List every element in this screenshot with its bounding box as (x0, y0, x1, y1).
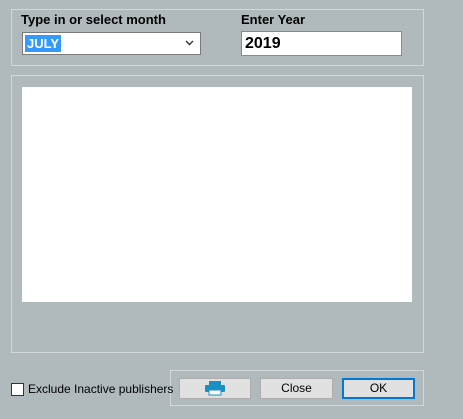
publisher-list[interactable] (22, 87, 412, 302)
printer-icon (204, 381, 226, 399)
month-label: Type in or select month (21, 12, 166, 27)
print-button[interactable] (179, 378, 251, 399)
ok-button[interactable]: OK (342, 378, 415, 399)
exclude-inactive-label[interactable]: Exclude Inactive publishers (28, 382, 173, 396)
close-button[interactable]: Close (260, 378, 333, 399)
year-label: Enter Year (241, 12, 306, 27)
exclude-inactive-checkbox[interactable] (11, 383, 24, 396)
chevron-down-icon[interactable] (185, 37, 194, 52)
month-selected-value: JULY (25, 35, 62, 52)
month-dropdown[interactable]: JULY (22, 32, 201, 55)
year-input[interactable]: 2019 (241, 31, 402, 56)
